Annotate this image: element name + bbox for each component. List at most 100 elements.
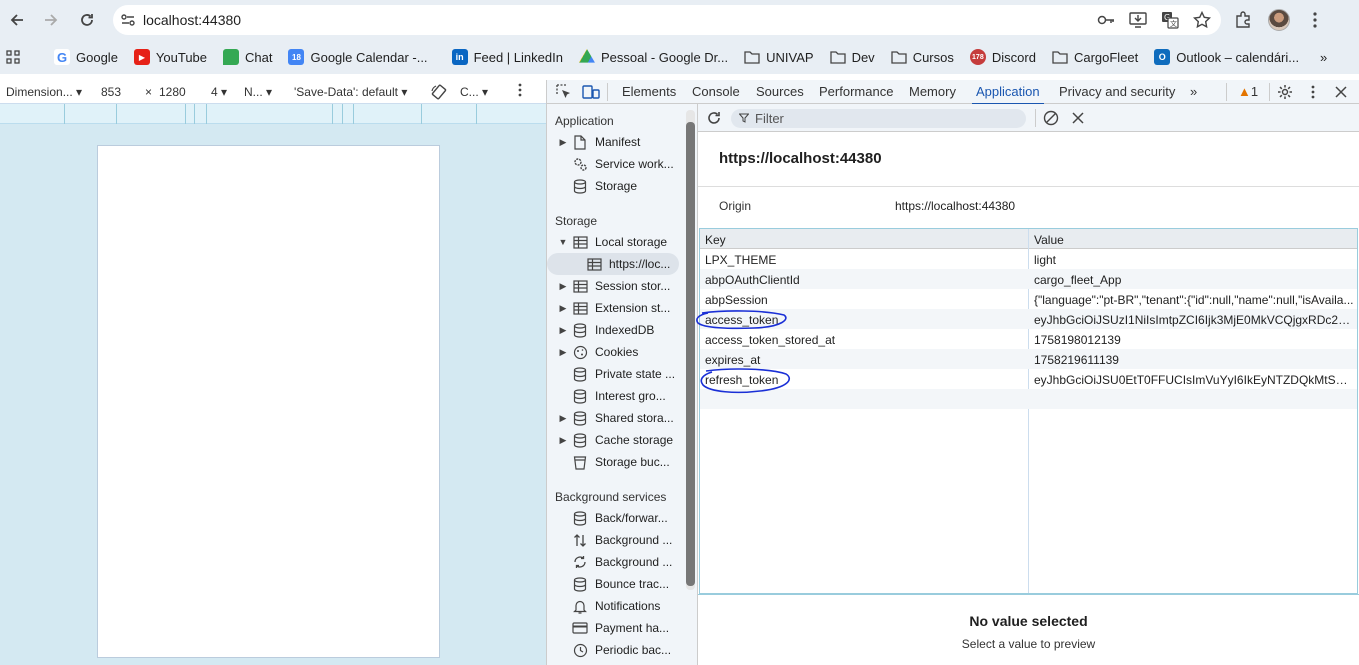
sidebar-scrollbar-thumb[interactable] xyxy=(686,122,695,586)
bookmark-star-icon[interactable] xyxy=(1191,9,1213,31)
expand-arrow-icon[interactable]: ▶ xyxy=(555,435,571,446)
sidebar-item-extension-storage[interactable]: ▶ Extension st... xyxy=(547,297,687,319)
sidebar-item-shared-storage[interactable]: ▶ Shared stora... xyxy=(547,407,687,429)
bookmark-calendar[interactable]: 18 Google Calendar -... xyxy=(280,44,435,70)
tab-elements[interactable]: Elements xyxy=(622,84,676,99)
sidebar-item-cache-storage[interactable]: ▶ Cache storage xyxy=(547,429,687,451)
key-icon[interactable] xyxy=(1095,9,1117,31)
site-settings-icon[interactable] xyxy=(113,5,143,35)
tab-sources[interactable]: Sources xyxy=(756,84,804,99)
dimensions-select[interactable]: Dimension... ▾ xyxy=(6,85,82,99)
sidebar-item-bounce-tracking[interactable]: Bounce trac... xyxy=(547,573,687,595)
zoom-select[interactable]: 4 ▾ xyxy=(211,85,227,99)
sidebar-item-interest-groups[interactable]: Interest gro... xyxy=(547,385,687,407)
extensions-icon[interactable] xyxy=(1232,9,1254,31)
page-preview[interactable] xyxy=(97,145,440,658)
card-icon xyxy=(571,620,589,636)
warnings-badge[interactable]: ▲1 xyxy=(1238,84,1258,99)
tab-privacy-security[interactable]: Privacy and security xyxy=(1059,84,1175,99)
column-value[interactable]: Value xyxy=(1034,233,1064,247)
bookmark-linkedin[interactable]: in Feed | LinkedIn xyxy=(444,44,571,70)
table-row[interactable]: expires_at 1758219611139 xyxy=(700,349,1357,369)
rotate-icon[interactable] xyxy=(430,83,448,104)
capture-select[interactable]: C... ▾ xyxy=(460,85,488,99)
throttle-select[interactable]: N... ▾ xyxy=(244,85,272,99)
sidebar-item-notifications[interactable]: Notifications xyxy=(547,595,687,617)
sidebar-item-storage-buckets[interactable]: Storage buc... xyxy=(547,451,687,473)
database-icon xyxy=(571,322,589,338)
more-bookmarks-button[interactable]: » xyxy=(1312,44,1335,70)
table-row[interactable]: access_token eyJhbGciOiJSUzI1NiIsImtpZCI6… xyxy=(700,309,1357,329)
chrome-menu-icon[interactable] xyxy=(1304,9,1326,31)
sidebar-item-indexeddb[interactable]: ▶ IndexedDB xyxy=(547,319,687,341)
more-tabs-button[interactable]: » xyxy=(1190,84,1197,99)
expand-arrow-icon[interactable]: ▶ xyxy=(555,413,571,424)
forward-button[interactable] xyxy=(34,3,68,37)
sidebar-item-local-origin[interactable]: https://loc... xyxy=(547,253,679,275)
sidebar-item-private-state[interactable]: Private state ... xyxy=(547,363,687,385)
tab-performance[interactable]: Performance xyxy=(819,84,893,99)
tab-console[interactable]: Console xyxy=(692,84,740,99)
chat-icon xyxy=(223,49,240,65)
bookmark-youtube[interactable]: ▶ YouTube xyxy=(126,44,215,70)
filter-input[interactable]: Filter xyxy=(731,109,1026,128)
expand-arrow-icon[interactable]: ▶ xyxy=(555,281,571,292)
expand-arrow-icon[interactable]: ▶ xyxy=(555,137,571,148)
sidebar-item-storage[interactable]: Storage xyxy=(547,175,687,197)
table-row-empty[interactable] xyxy=(700,389,1357,409)
expand-arrow-icon[interactable]: ▶ xyxy=(555,347,571,358)
translate-icon[interactable]: G文 xyxy=(1159,9,1181,31)
sidebar-item-background-sync[interactable]: Background ... xyxy=(547,551,687,573)
install-app-icon[interactable] xyxy=(1127,9,1149,31)
sidebar-item-periodic-sync[interactable]: Periodic bac... xyxy=(547,639,687,661)
devtools-more-icon[interactable] xyxy=(1304,83,1322,101)
height-input[interactable]: 1280 xyxy=(159,85,186,99)
cookie-icon xyxy=(571,344,589,360)
settings-gear-icon[interactable] xyxy=(1276,83,1294,101)
sidebar-item-cookies[interactable]: ▶ Cookies xyxy=(547,341,687,363)
sidebar-item-service-workers[interactable]: Service work... xyxy=(547,153,687,175)
reload-button[interactable] xyxy=(70,3,104,37)
collapse-arrow-icon[interactable]: ▼ xyxy=(555,237,571,247)
bookmark-chat[interactable]: Chat xyxy=(215,44,280,70)
application-sidebar: Application ▶ Manifest Service work... S… xyxy=(546,104,698,665)
expand-arrow-icon[interactable]: ▶ xyxy=(555,303,571,314)
omnibox[interactable]: localhost:44380 G文 xyxy=(113,5,1221,35)
device-more-icon[interactable] xyxy=(518,83,522,100)
bookmark-discord[interactable]: 178 Discord xyxy=(962,44,1044,70)
device-toggle-icon[interactable] xyxy=(582,83,600,101)
sidebar-item-back-forward-cache[interactable]: Back/forwar... xyxy=(547,507,687,529)
table-row[interactable]: refresh_token eyJhbGciOiJSU0EtT0FFUCIsImV… xyxy=(700,369,1357,389)
back-button[interactable] xyxy=(0,3,34,37)
close-devtools-icon[interactable] xyxy=(1332,83,1350,101)
column-key[interactable]: Key xyxy=(705,233,726,247)
bookmark-cursos[interactable]: Cursos xyxy=(883,44,962,70)
bookmark-outlook[interactable]: O Outlook – calendári... xyxy=(1146,44,1307,70)
width-input[interactable]: 853 xyxy=(101,85,121,99)
table-row[interactable]: LPX_THEME light xyxy=(700,249,1357,269)
save-data-select[interactable]: 'Save-Data': default ▾ xyxy=(294,85,407,99)
apps-grid-icon[interactable] xyxy=(0,44,26,70)
table-row[interactable]: abpSession {"language":"pt-BR","tenant":{… xyxy=(700,289,1357,309)
bookmark-univap[interactable]: UNIVAP xyxy=(736,44,821,70)
profile-avatar[interactable] xyxy=(1268,9,1290,31)
sidebar-item-session-storage[interactable]: ▶ Session stor... xyxy=(547,275,687,297)
sidebar-item-local-storage[interactable]: ▼ Local storage xyxy=(547,231,687,253)
sidebar-item-payment-handler[interactable]: Payment ha... xyxy=(547,617,687,639)
tab-memory[interactable]: Memory xyxy=(909,84,956,99)
refresh-icon[interactable] xyxy=(706,110,722,129)
expand-arrow-icon[interactable]: ▶ xyxy=(555,325,571,336)
delete-selected-icon[interactable] xyxy=(1072,112,1084,127)
clear-all-icon[interactable] xyxy=(1043,110,1059,129)
sidebar-item-background-fetch[interactable]: Background ... xyxy=(547,529,687,551)
url-text[interactable]: localhost:44380 xyxy=(143,12,241,28)
table-row[interactable]: abpOAuthClientId cargo_fleet_App xyxy=(700,269,1357,289)
sidebar-item-manifest[interactable]: ▶ Manifest xyxy=(547,131,687,153)
table-row[interactable]: access_token_stored_at 1758198012139 xyxy=(700,329,1357,349)
inspect-element-icon[interactable] xyxy=(555,83,573,101)
tab-application[interactable]: Application xyxy=(972,84,1044,105)
bookmark-cargofleet[interactable]: CargoFleet xyxy=(1044,44,1146,70)
bookmark-dev[interactable]: Dev xyxy=(822,44,883,70)
bookmark-google[interactable]: G Google xyxy=(46,44,126,70)
bookmark-drive[interactable]: Pessoal - Google Dr... xyxy=(571,44,736,70)
